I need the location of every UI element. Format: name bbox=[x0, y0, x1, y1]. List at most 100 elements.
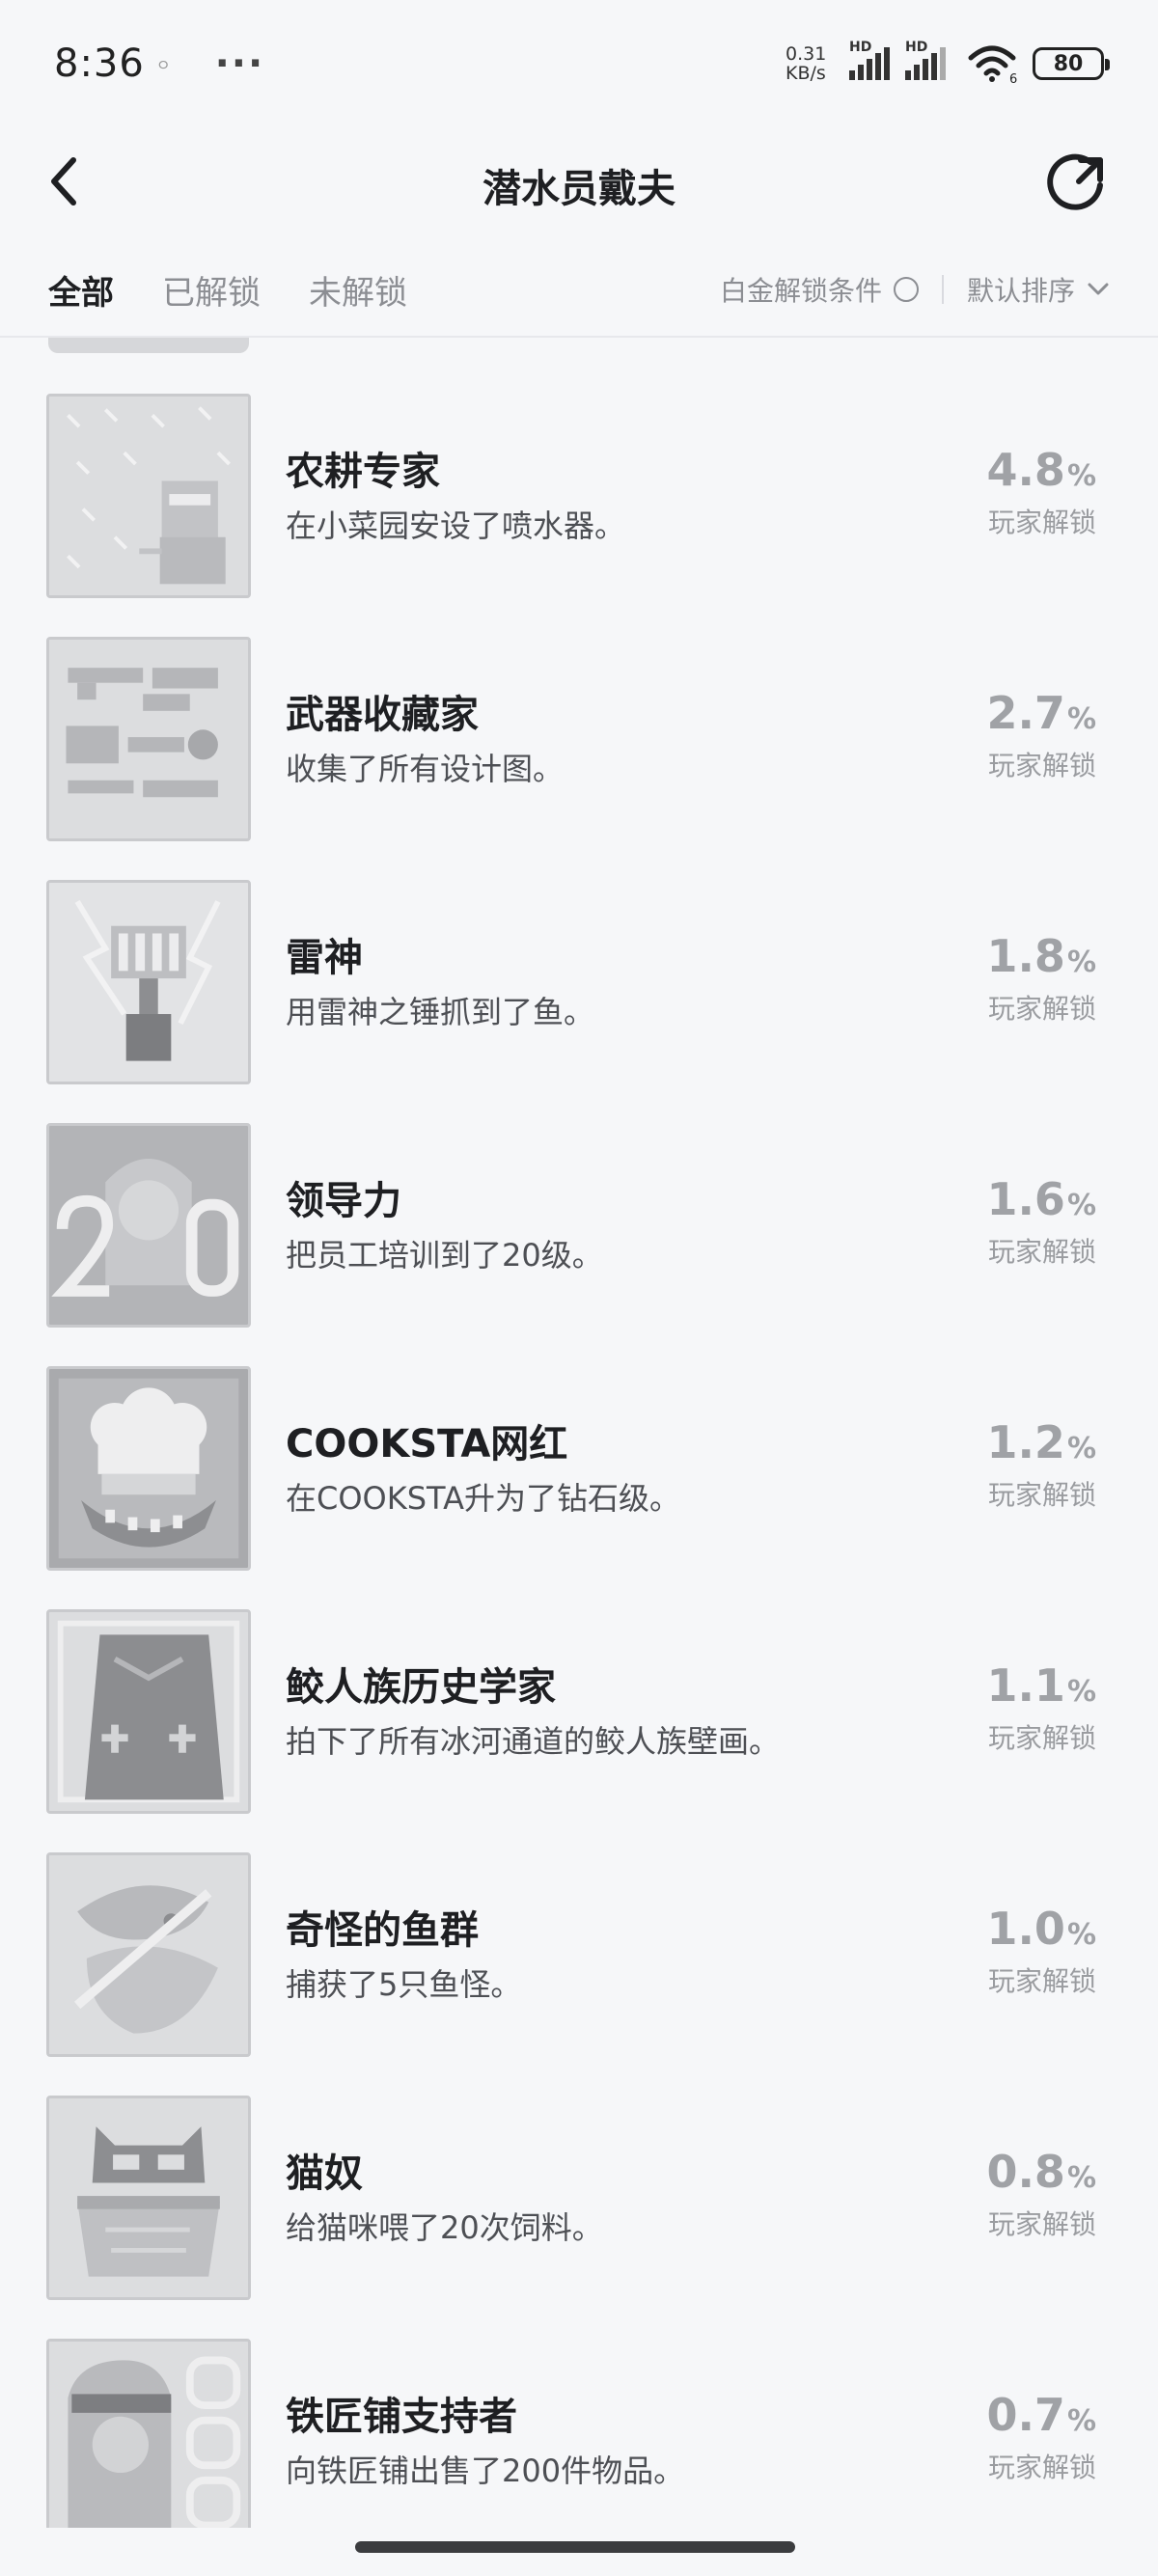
tab-all[interactable]: 全部 bbox=[48, 266, 114, 314]
svg-text:6: 6 bbox=[1009, 72, 1017, 83]
achievement-desc: 捕获了5只鱼怪。 bbox=[286, 1966, 522, 2003]
notification-icon: ㅇ bbox=[155, 56, 171, 74]
unlock-rate-label: 玩家解锁 bbox=[987, 993, 1096, 1025]
unlock-rate: 2.7% 玩家解锁 bbox=[986, 687, 1096, 783]
unlock-rate: 1.2% 玩家解锁 bbox=[986, 1416, 1096, 1513]
share-refresh-icon bbox=[1047, 153, 1103, 210]
achievement-desc: 在COOKSTA升为了钻石级。 bbox=[286, 1480, 680, 1517]
chef-hat-icon bbox=[46, 1366, 251, 1571]
achievement-title: 雷神 bbox=[286, 936, 363, 980]
unlock-rate-value: 1.1 bbox=[986, 1659, 1065, 1712]
blacksmith-200-icon bbox=[46, 2339, 251, 2528]
achievement-title: 奇怪的鱼群 bbox=[286, 1908, 479, 1953]
unlock-rate-value: 4.8 bbox=[986, 444, 1065, 496]
unlock-rate-unit: % bbox=[1066, 2404, 1096, 2438]
unlock-rate-value: 1.2 bbox=[986, 1416, 1065, 1468]
chevron-down-icon bbox=[1088, 283, 1109, 295]
achievement-desc: 拍下了所有冰河通道的鲛人族壁画。 bbox=[286, 1723, 781, 1760]
sort-label: 默认排序 bbox=[966, 275, 1075, 307]
platinum-condition-toggle[interactable]: 白金解锁条件 bbox=[720, 270, 919, 309]
achievement-title: 猫奴 bbox=[286, 2151, 363, 2196]
achievement-row[interactable]: 农耕专家 在小菜园安设了喷水器。 4.8% 玩家解锁 bbox=[0, 394, 1158, 637]
unlock-rate-label: 玩家解锁 bbox=[987, 2452, 1096, 2483]
achievement-row[interactable]: COOKSTA网红 在COOKSTA升为了钻石级。 1.2% 玩家解锁 bbox=[0, 1366, 1158, 1609]
unlock-rate: 4.8% 玩家解锁 bbox=[986, 444, 1096, 540]
unlock-rate-value: 0.7 bbox=[986, 2389, 1065, 2441]
tab-locked[interactable]: 未解锁 bbox=[309, 266, 407, 314]
page-title: 潜水员戴夫 bbox=[482, 167, 676, 211]
unlock-rate-label: 玩家解锁 bbox=[987, 1722, 1096, 1754]
unlock-rate-unit: % bbox=[1066, 945, 1096, 979]
unlock-rate: 1.8% 玩家解锁 bbox=[986, 930, 1096, 1027]
achievement-title: 铁匠铺支持者 bbox=[286, 2395, 517, 2439]
unlock-rate-unit: % bbox=[1066, 1918, 1096, 1952]
divider bbox=[941, 275, 944, 304]
nav-bar: 潜水员戴夫 bbox=[0, 127, 1158, 243]
sort-dropdown[interactable]: 默认排序 bbox=[967, 270, 1110, 309]
achievement-desc: 向铁匠铺出售了200件物品。 bbox=[286, 2453, 685, 2489]
achievement-desc: 在小菜园安设了喷水器。 bbox=[286, 507, 626, 544]
achievement-desc: 把员工培训到了20级。 bbox=[286, 1237, 603, 1274]
unlock-rate-unit: % bbox=[1066, 1189, 1096, 1222]
unlock-rate-label: 玩家解锁 bbox=[987, 507, 1096, 538]
achievement-title: COOKSTA网红 bbox=[286, 1422, 568, 1466]
platinum-condition-label: 白金解锁条件 bbox=[719, 275, 882, 307]
leadership-20-icon bbox=[46, 1123, 251, 1328]
unlock-rate-value: 0.8 bbox=[986, 2146, 1065, 2198]
achievement-icon-partial bbox=[48, 338, 249, 353]
sim2-hd-label: HD bbox=[905, 40, 928, 55]
achievement-desc: 收集了所有设计图。 bbox=[286, 751, 565, 787]
unlock-rate: 0.8% 玩家解锁 bbox=[986, 2146, 1096, 2242]
battery-icon: 80 bbox=[1033, 47, 1110, 80]
wifi-icon: 6 bbox=[967, 44, 1017, 87]
unlock-rate-label: 玩家解锁 bbox=[987, 1479, 1096, 1511]
tab-unlocked[interactable]: 已解锁 bbox=[162, 266, 261, 314]
share-button[interactable] bbox=[1040, 137, 1114, 230]
unlock-rate-value: 2.7 bbox=[986, 687, 1065, 739]
unlock-rate-unit: % bbox=[1066, 459, 1096, 493]
achievement-title: 鲛人族历史学家 bbox=[286, 1665, 556, 1710]
unlock-rate-label: 玩家解锁 bbox=[987, 750, 1096, 781]
unlock-rate-value: 1.8 bbox=[986, 930, 1065, 982]
status-time: 8:36 bbox=[54, 41, 145, 86]
achievement-row[interactable]: 鲛人族历史学家 拍下了所有冰河通道的鲛人族壁画。 1.1% 玩家解锁 bbox=[0, 1609, 1158, 1852]
achievement-row[interactable]: 雷神 用雷神之锤抓到了鱼。 1.8% 玩家解锁 bbox=[0, 880, 1158, 1123]
weapons-collection-icon bbox=[46, 637, 251, 841]
achievement-title: 农耕专家 bbox=[286, 450, 440, 494]
achievement-row[interactable]: 奇怪的鱼群 捕获了5只鱼怪。 1.0% 玩家解锁 bbox=[0, 1852, 1158, 2096]
achievement-desc: 用雷神之锤抓到了鱼。 bbox=[286, 994, 595, 1030]
achievement-title: 武器收藏家 bbox=[286, 693, 479, 737]
unlock-rate: 1.6% 玩家解锁 bbox=[986, 1173, 1096, 1270]
signal-icon-2: HD bbox=[905, 40, 946, 80]
farm-sprinkler-icon bbox=[46, 394, 251, 598]
sim1-hd-label: HD bbox=[849, 40, 872, 55]
achievement-row[interactable]: 武器收藏家 收集了所有设计图。 2.7% 玩家解锁 bbox=[0, 637, 1158, 880]
radio-icon bbox=[893, 277, 919, 302]
unlock-rate: 1.1% 玩家解锁 bbox=[986, 1659, 1096, 1756]
more-notifications-icon: ··· bbox=[214, 41, 265, 86]
unlock-rate: 0.7% 玩家解锁 bbox=[986, 2389, 1096, 2485]
achievement-list[interactable]: 农耕专家 在小菜园安设了喷水器。 4.8% 玩家解锁 武器收藏家 收集了所有设计… bbox=[0, 338, 1158, 2528]
unlock-rate-unit: % bbox=[1066, 2161, 1096, 2195]
unlock-rate-value: 1.0 bbox=[986, 1903, 1065, 1955]
unlock-rate-unit: % bbox=[1066, 1675, 1096, 1709]
cat-feeding-icon bbox=[46, 2096, 251, 2300]
home-indicator[interactable] bbox=[355, 2541, 795, 2553]
filter-bar: 全部 已解锁 未解锁 白金解锁条件 默认排序 bbox=[0, 243, 1158, 338]
status-bar: 8:36 ㅇ ··· 0.31 KB/s HD HD 6 80 bbox=[0, 0, 1158, 127]
achievement-title: 领导力 bbox=[286, 1179, 401, 1223]
unlock-rate-label: 玩家解锁 bbox=[987, 2208, 1096, 2240]
unlock-rate-unit: % bbox=[1066, 702, 1096, 736]
mural-tablet-icon bbox=[46, 1609, 251, 1814]
strange-fish-icon bbox=[46, 1852, 251, 2057]
unlock-rate-value: 1.6 bbox=[986, 1173, 1065, 1225]
unlock-rate-unit: % bbox=[1066, 1432, 1096, 1466]
achievement-desc: 给猫咪喂了20次饲料。 bbox=[286, 2209, 603, 2246]
achievement-row[interactable]: 铁匠铺支持者 向铁匠铺出售了200件物品。 0.7% 玩家解锁 bbox=[0, 2339, 1158, 2528]
achievement-row[interactable]: 猫奴 给猫咪喂了20次饲料。 0.8% 玩家解锁 bbox=[0, 2096, 1158, 2339]
achievement-row[interactable]: 领导力 把员工培训到了20级。 1.6% 玩家解锁 bbox=[0, 1123, 1158, 1366]
unlock-rate: 1.0% 玩家解锁 bbox=[986, 1903, 1096, 1999]
thunder-hammer-icon bbox=[46, 880, 251, 1084]
network-speed: 0.31 KB/s bbox=[786, 43, 827, 84]
battery-level: 80 bbox=[1053, 51, 1084, 76]
